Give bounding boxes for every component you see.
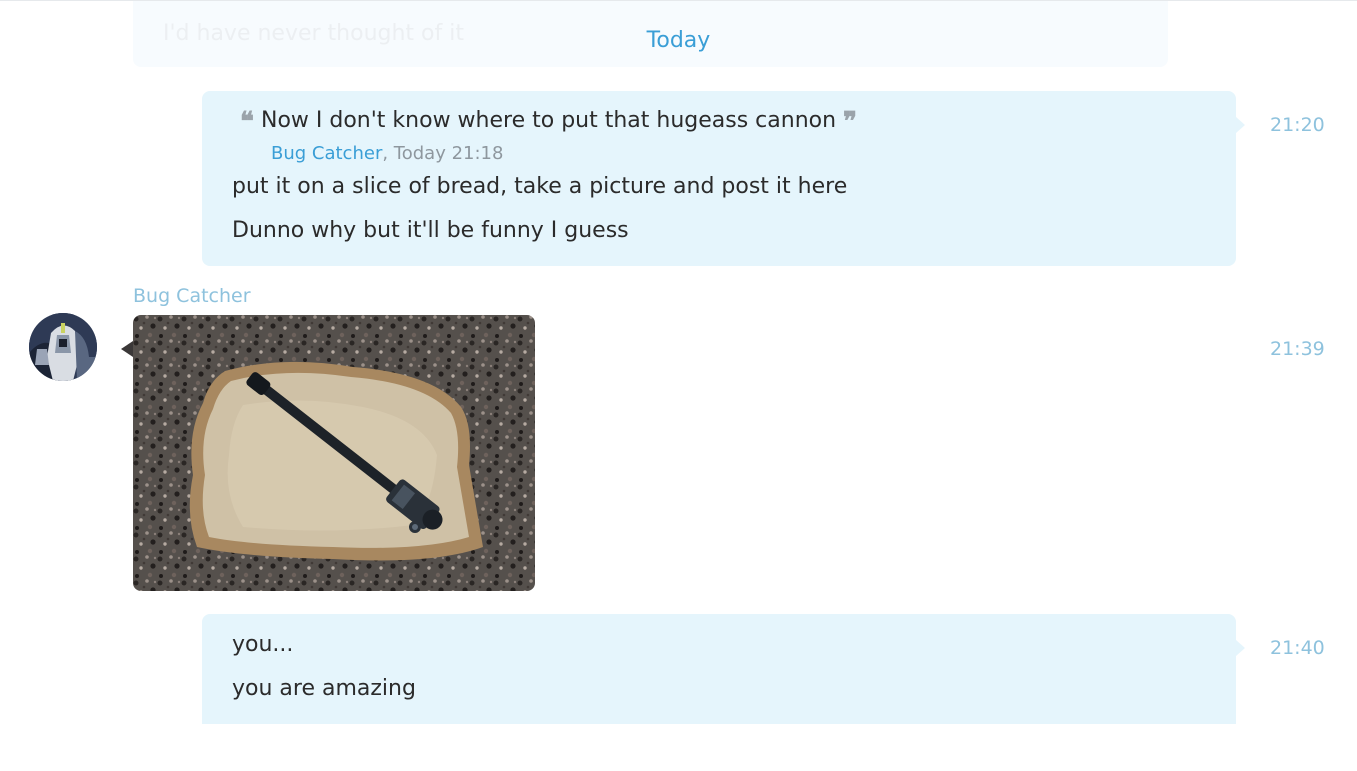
message-bubble[interactable]: you... you are amazing	[202, 614, 1245, 724]
avatar-image	[29, 313, 97, 381]
message-line: you...	[232, 632, 294, 657]
chat-history[interactable]: I'd have never thought of it Today ❝ Now…	[0, 0, 1357, 771]
quote-timestamp: , Today 21:18	[382, 143, 504, 164]
message-line: put it on a slice of bread, take a pictu…	[232, 174, 848, 199]
message-timestamp: 21:40	[1270, 637, 1325, 659]
message-timestamp: 21:39	[1270, 338, 1325, 360]
user-avatar[interactable]	[29, 313, 97, 381]
message-timestamp: 21:20	[1270, 114, 1325, 136]
quoted-text: Now I don't know where to put that hugea…	[261, 108, 837, 133]
date-separator: Today	[646, 28, 711, 53]
quoted-message[interactable]: ❝ Now I don't know where to put that hug…	[240, 107, 857, 137]
photo-bubble-tail	[121, 341, 133, 357]
message-bubble[interactable]: ❝ Now I don't know where to put that hug…	[202, 91, 1245, 266]
message-line: Dunno why but it'll be funny I guess	[232, 218, 629, 243]
shared-photo[interactable]	[133, 315, 535, 591]
sender-name[interactable]: Bug Catcher	[133, 285, 251, 307]
quote-meta: Bug Catcher, Today 21:18	[271, 143, 503, 164]
message-line: you are amazing	[232, 676, 416, 701]
close-quote-icon: ❞	[843, 107, 858, 137]
photo-image	[133, 315, 535, 591]
open-quote-icon: ❝	[240, 107, 254, 137]
quote-author-link[interactable]: Bug Catcher	[271, 143, 382, 164]
